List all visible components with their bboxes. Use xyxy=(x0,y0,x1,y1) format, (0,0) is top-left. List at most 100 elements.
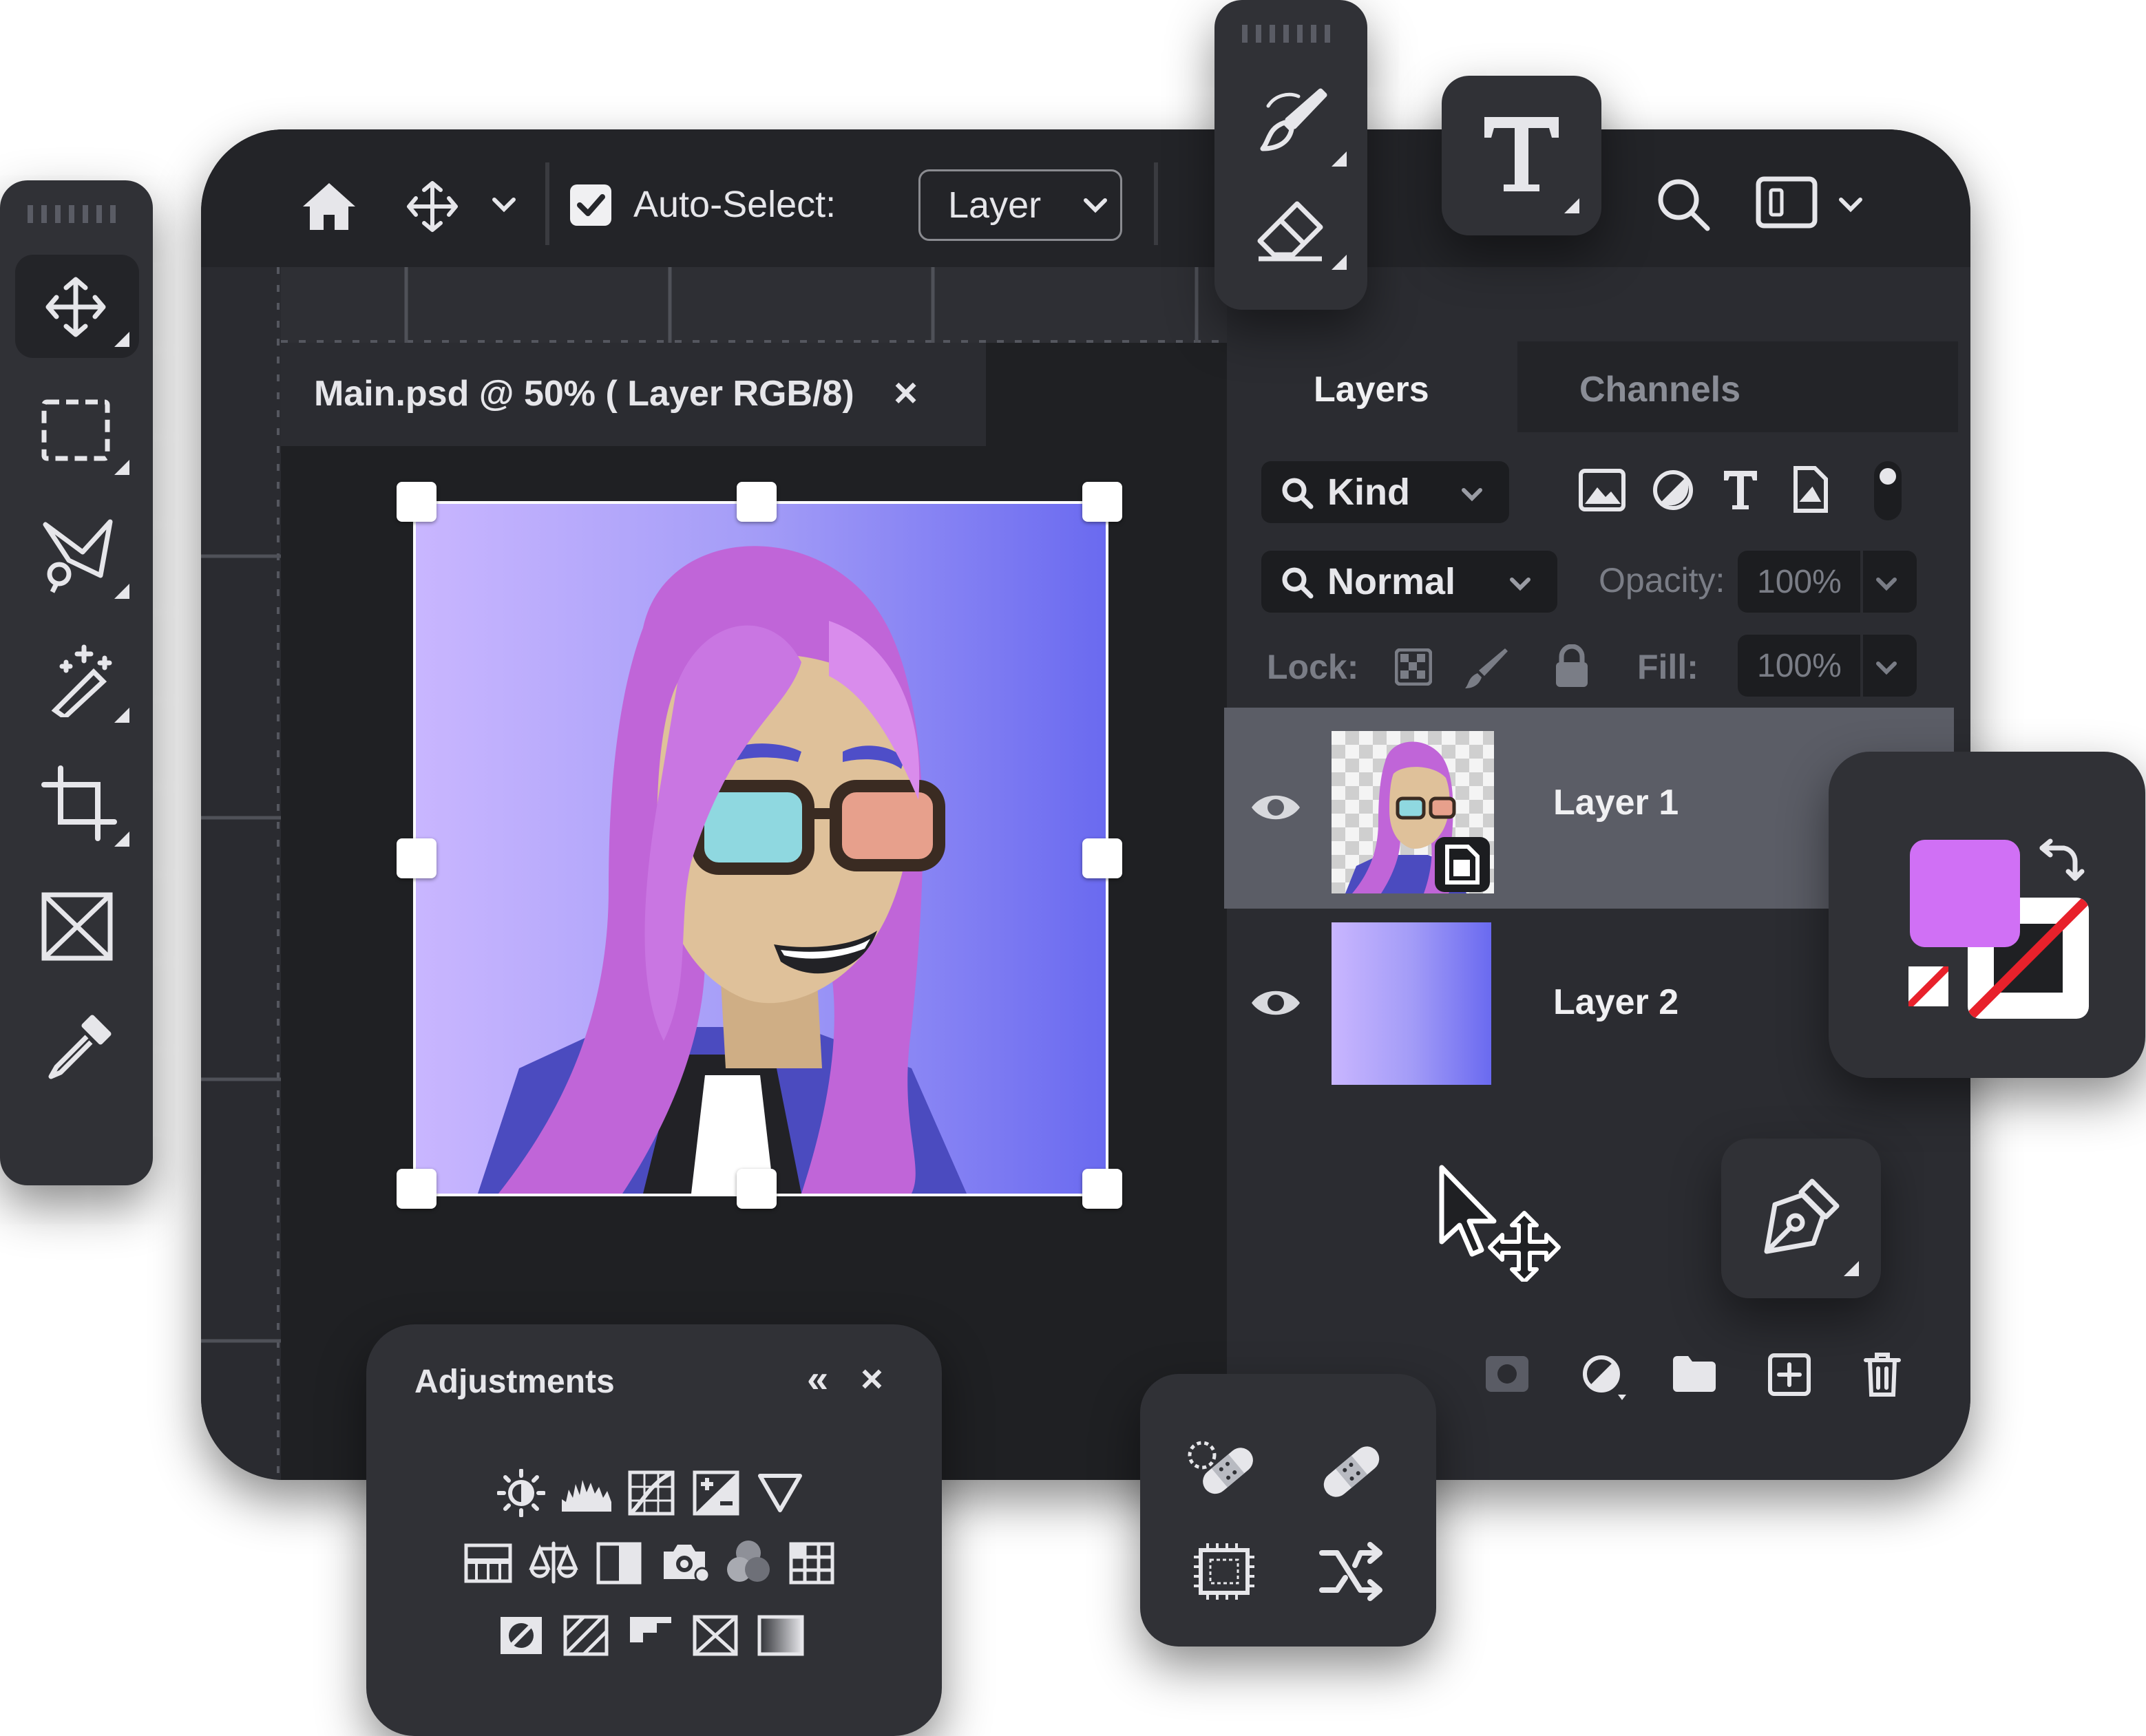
transform-handle-top-left[interactable] xyxy=(397,482,436,522)
home-icon[interactable] xyxy=(300,180,358,231)
brightness-contrast-icon[interactable] xyxy=(497,1469,545,1517)
tool-flyout-indicator xyxy=(114,708,129,723)
group-folder-icon[interactable] xyxy=(1672,1355,1717,1393)
auto-select-dropdown-value: Layer xyxy=(948,184,1042,226)
swap-colors-icon[interactable] xyxy=(2037,838,2085,887)
collapse-panel-button[interactable]: « xyxy=(807,1356,828,1401)
hue-saturation-icon[interactable] xyxy=(464,1543,512,1583)
channel-mixer-icon[interactable] xyxy=(724,1539,772,1585)
transform-handle-bottom-left[interactable] xyxy=(397,1169,436,1209)
foreground-color-swatch[interactable] xyxy=(1910,840,2020,947)
layer-2-name[interactable]: Layer 2 xyxy=(1553,982,1679,1023)
eye-icon[interactable] xyxy=(1250,986,1301,1020)
color-balance-icon[interactable] xyxy=(529,1541,578,1585)
close-panel-button[interactable]: × xyxy=(861,1356,883,1401)
marquee-icon xyxy=(41,399,110,461)
tool-move[interactable] xyxy=(15,255,139,358)
tool-magic-wand[interactable] xyxy=(14,628,138,731)
chevron-down-icon[interactable] xyxy=(1875,577,1897,592)
image-filter-icon[interactable] xyxy=(1578,468,1626,512)
tool-flyout-indicator xyxy=(1564,198,1579,213)
move-icon xyxy=(44,275,107,339)
default-colors-icon[interactable] xyxy=(1908,966,1948,1006)
chevron-down-icon xyxy=(1461,487,1483,502)
tool-flyout-indicator xyxy=(1844,1261,1859,1276)
artwork-portrait[interactable] xyxy=(413,501,1108,1196)
tool-flyout-indicator xyxy=(1332,255,1347,270)
floating-pen-tool[interactable] xyxy=(1721,1139,1881,1298)
move-options-chevron-icon[interactable] xyxy=(492,197,516,213)
black-white-icon[interactable] xyxy=(596,1542,642,1585)
toggle-dot-icon xyxy=(1880,468,1896,485)
magic-wand-icon xyxy=(41,642,117,717)
lock-transparent-icon[interactable] xyxy=(1395,648,1432,686)
selective-color-icon[interactable] xyxy=(693,1615,738,1656)
opacity-field[interactable]: 100% xyxy=(1738,551,1917,613)
gradient-map-icon[interactable] xyxy=(757,1615,804,1656)
blend-mode-dropdown[interactable]: Normal xyxy=(1261,551,1557,613)
tab-layers[interactable]: Layers xyxy=(1314,369,1429,410)
fill-label: Fill: xyxy=(1637,648,1698,686)
document-tab[interactable]: Main.psd @ 50% ( Layer RGB/8) × xyxy=(281,343,986,446)
move-tool-icon[interactable] xyxy=(406,180,459,233)
floating-type-tool[interactable] xyxy=(1442,76,1601,235)
palette-grip[interactable] xyxy=(1242,25,1338,43)
workspace-icon[interactable] xyxy=(1756,176,1818,229)
transform-handle-top[interactable] xyxy=(737,482,777,522)
eye-icon[interactable] xyxy=(1250,790,1301,825)
kind-filter-dropdown[interactable]: Kind xyxy=(1261,461,1509,523)
photo-filter-icon[interactable] xyxy=(661,1541,711,1583)
transform-handle-right[interactable] xyxy=(1082,838,1122,878)
crop-icon xyxy=(41,765,117,841)
lock-pixels-icon[interactable] xyxy=(1464,646,1509,691)
ruler-left xyxy=(201,267,281,1480)
transform-handle-left[interactable] xyxy=(397,838,436,878)
posterize-icon[interactable] xyxy=(563,1615,609,1656)
threshold-icon[interactable] xyxy=(628,1615,673,1656)
auto-select-dropdown[interactable]: Layer xyxy=(918,169,1122,241)
tool-flyout-indicator xyxy=(114,460,129,475)
content-aware-icon[interactable] xyxy=(1190,1541,1259,1602)
tool-crop[interactable] xyxy=(14,752,138,855)
healing-bandage-icon[interactable] xyxy=(1314,1437,1389,1506)
exposure-icon[interactable] xyxy=(693,1470,739,1516)
vibrance-icon[interactable] xyxy=(757,1472,803,1513)
layer-1-name[interactable]: Layer 1 xyxy=(1553,782,1679,823)
tool-brush[interactable] xyxy=(1228,69,1352,172)
tool-eyedropper[interactable] xyxy=(14,999,138,1103)
tool-marquee[interactable] xyxy=(14,380,138,483)
lasso-icon xyxy=(41,518,117,593)
fill-field[interactable]: 100% xyxy=(1738,635,1917,697)
workspace-chevron-icon[interactable] xyxy=(1838,197,1863,213)
curves-icon[interactable] xyxy=(628,1470,675,1516)
invert-icon[interactable] xyxy=(498,1615,544,1656)
toolbar-grip[interactable] xyxy=(28,205,124,223)
adjustment-filter-icon[interactable] xyxy=(1651,468,1695,512)
lock-all-icon[interactable] xyxy=(1553,644,1590,688)
shuffle-icon[interactable] xyxy=(1318,1541,1387,1602)
tool-lasso[interactable] xyxy=(14,504,138,607)
tab-channels[interactable]: Channels xyxy=(1579,369,1740,410)
mask-icon[interactable] xyxy=(1484,1355,1530,1393)
transform-handle-bottom[interactable] xyxy=(737,1169,777,1209)
kind-filter-label: Kind xyxy=(1327,472,1410,513)
filter-toggle[interactable] xyxy=(1874,461,1902,520)
tool-frame[interactable] xyxy=(14,876,138,979)
transform-handle-top-right[interactable] xyxy=(1082,482,1122,522)
trash-icon[interactable] xyxy=(1863,1351,1902,1397)
levels-icon[interactable] xyxy=(560,1474,613,1513)
shape-filter-icon[interactable] xyxy=(1791,465,1830,514)
auto-select-checkbox[interactable] xyxy=(570,184,611,226)
spot-healing-icon[interactable] xyxy=(1186,1437,1261,1506)
eraser-icon xyxy=(1256,200,1325,262)
search-icon[interactable] xyxy=(1655,176,1710,231)
tool-eraser[interactable] xyxy=(1228,179,1352,282)
new-layer-icon[interactable] xyxy=(1768,1353,1811,1396)
chevron-down-icon xyxy=(1509,577,1531,592)
document-close-button[interactable]: × xyxy=(894,369,918,416)
adjustment-layer-icon[interactable] xyxy=(1581,1353,1630,1403)
color-lookup-icon[interactable] xyxy=(789,1542,834,1585)
type-filter-icon[interactable] xyxy=(1721,468,1760,512)
chevron-down-icon[interactable] xyxy=(1875,661,1897,676)
transform-handle-bottom-right[interactable] xyxy=(1082,1169,1122,1209)
